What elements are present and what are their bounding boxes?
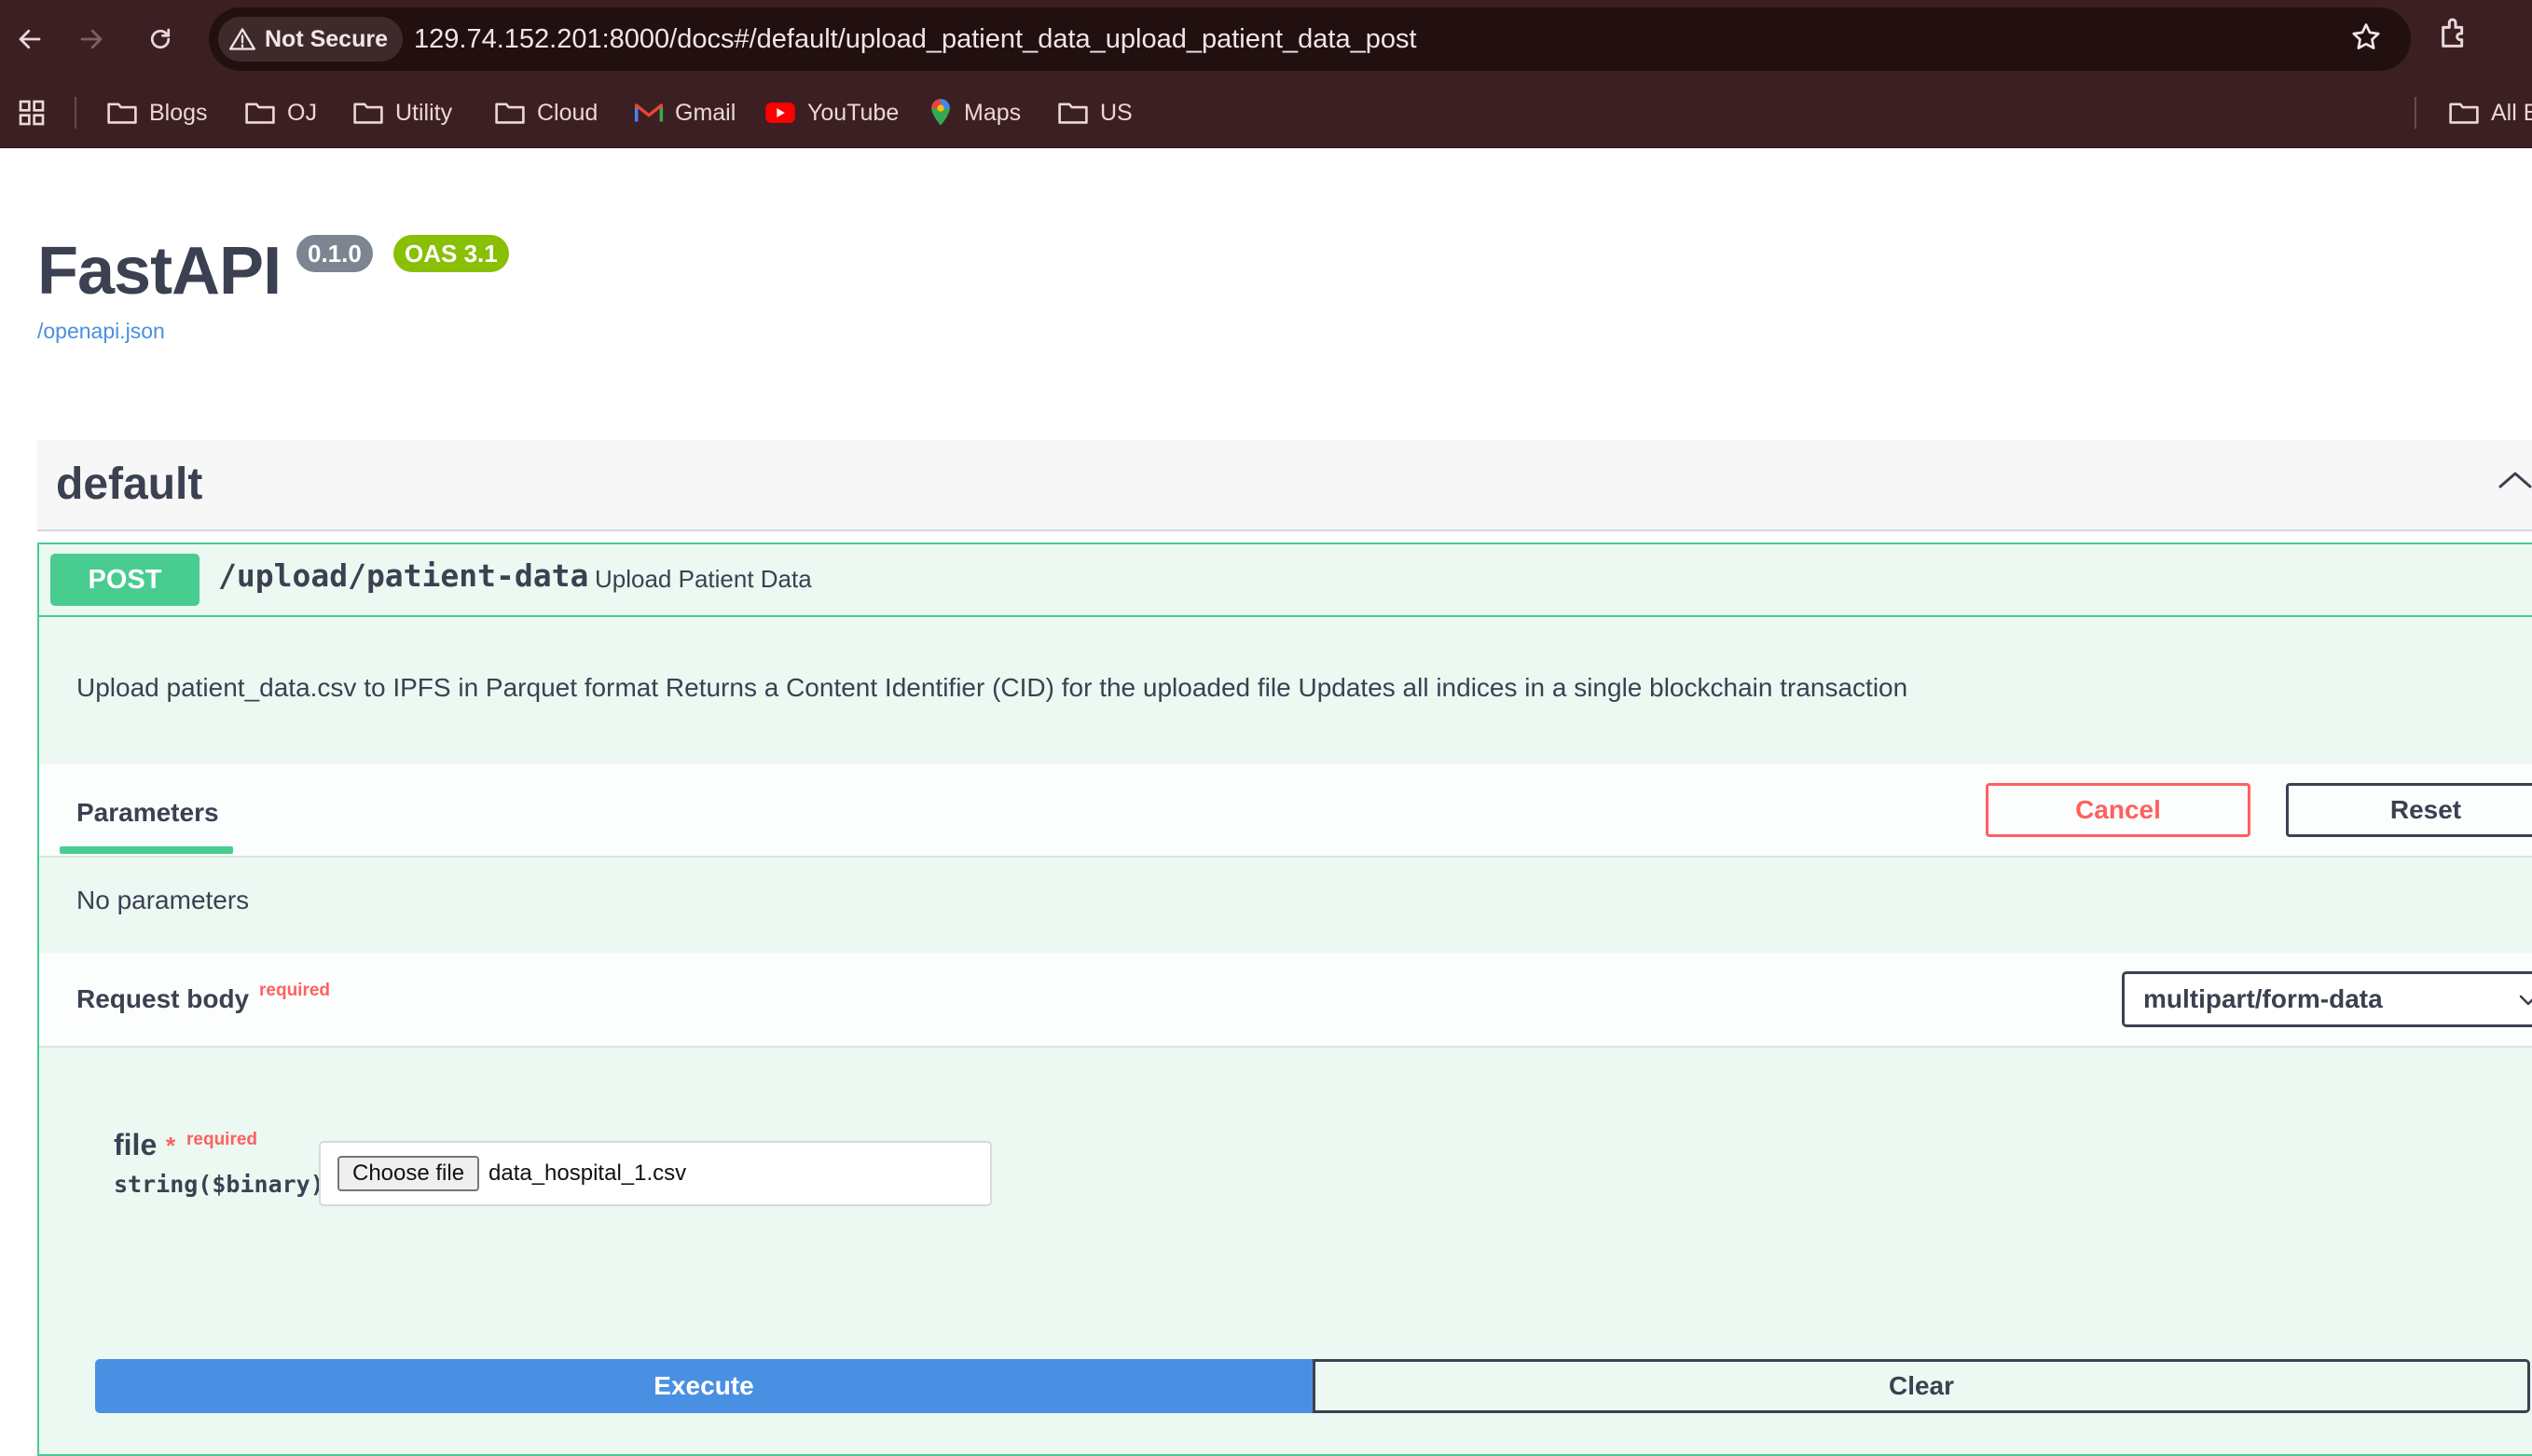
file-field-type: string($binary) — [114, 1171, 324, 1198]
bookmark-label: OJ — [287, 99, 317, 126]
youtube-icon — [765, 103, 795, 123]
bookmark-label: Gmail — [675, 99, 736, 126]
request-body-header: Request body required multipart/form-dat… — [39, 953, 2532, 1048]
choose-file-button[interactable]: Choose file — [337, 1156, 480, 1191]
clear-button[interactable]: Clear — [1313, 1359, 2530, 1413]
parameters-header: Parameters Cancel Reset — [39, 764, 2532, 858]
warning-icon — [229, 28, 255, 50]
apps-icon[interactable] — [17, 78, 47, 147]
bookmark-label: Utility — [395, 99, 453, 126]
reset-button[interactable]: Reset — [2286, 783, 2532, 837]
execute-button[interactable]: Execute — [95, 1359, 1313, 1413]
tag-title: default — [56, 460, 203, 509]
folder-icon — [2449, 103, 2479, 124]
extensions-icon[interactable] — [2437, 15, 2474, 57]
bookmark-oj[interactable]: OJ — [244, 78, 317, 147]
operation-summary[interactable]: POST /upload/patient-data Upload Patient… — [39, 544, 2532, 617]
bookmark-label: Cloud — [537, 99, 599, 126]
folder-icon — [107, 103, 137, 124]
reload-icon — [150, 28, 171, 49]
bookmark-gmail[interactable]: Gmail — [634, 78, 736, 147]
reload-button[interactable] — [136, 15, 185, 63]
bookmark-blogs[interactable]: Blogs — [106, 78, 208, 147]
file-required-label: required — [186, 1130, 258, 1149]
request-body-title: Request body — [76, 984, 250, 1013]
tab-parameters[interactable]: Parameters — [76, 798, 219, 828]
back-arrow-icon — [19, 29, 41, 49]
version-badge: 0.1.0 — [296, 235, 373, 272]
required-marker: required — [259, 981, 331, 1000]
all-bookmarks[interactable]: All B — [2448, 78, 2532, 147]
address-bar[interactable]: Not Secure 129.74.152.201:8000/docs#/def… — [209, 7, 2411, 71]
method-badge: POST — [50, 554, 200, 606]
cancel-button[interactable]: Cancel — [1986, 783, 2250, 837]
bookmarks-bar: Blogs OJ Utility Cloud Gmail YouTube Map… — [0, 78, 2532, 148]
operation-path: /upload/patient-data — [218, 557, 589, 594]
security-chip[interactable]: Not Secure — [218, 17, 403, 62]
maps-pin-icon — [931, 99, 950, 126]
bookmark-label: YouTube — [807, 99, 900, 126]
file-field-name: file — [114, 1128, 158, 1161]
operation-description: Upload patient_data.csv to IPFS in Parqu… — [76, 673, 1908, 702]
forward-button[interactable] — [67, 15, 116, 63]
selected-file-name: data_hospital_1.csv — [489, 1161, 687, 1186]
bookmark-utility[interactable]: Utility — [352, 78, 452, 147]
back-button[interactable] — [6, 15, 54, 63]
operation-summary-text: Upload Patient Data — [595, 565, 812, 593]
security-label: Not Secure — [265, 25, 388, 52]
forward-arrow-icon — [80, 29, 103, 49]
bookmark-label: US — [1100, 99, 1133, 126]
content-type-select[interactable]: multipart/form-data — [2122, 971, 2532, 1027]
bookmark-label: All B — [2491, 99, 2532, 126]
bookmark-cloud[interactable]: Cloud — [494, 78, 598, 147]
browser-toolbar: Not Secure 129.74.152.201:8000/docs#/def… — [0, 0, 2532, 78]
operation-block: POST /upload/patient-data Upload Patient… — [37, 543, 2532, 1456]
url-text[interactable]: 129.74.152.201:8000/docs#/default/upload… — [414, 7, 1417, 71]
gmail-icon — [634, 103, 664, 122]
content-type-value: multipart/form-data — [2143, 984, 2383, 1013]
bookmark-label: Blogs — [149, 99, 208, 126]
chevron-up-icon[interactable] — [2495, 466, 2532, 494]
required-star: * — [166, 1132, 176, 1160]
folder-icon — [245, 103, 275, 124]
folder-icon — [495, 103, 525, 124]
tab-underline — [60, 846, 233, 854]
no-parameters-text: No parameters — [76, 886, 250, 914]
bookmark-label: Maps — [964, 99, 1022, 126]
bookmarks-separator — [75, 97, 76, 129]
file-input[interactable]: Choose file data_hospital_1.csv — [319, 1141, 992, 1206]
oas-badge: OAS 3.1 — [393, 235, 509, 272]
bookmark-maps[interactable]: Maps — [929, 78, 1021, 147]
folder-icon — [1058, 103, 1088, 124]
tag-section-header[interactable]: default — [37, 440, 2532, 531]
api-title: FastAPI — [37, 234, 282, 309]
bookmark-youtube[interactable]: YouTube — [764, 78, 899, 147]
bookmark-star-icon[interactable] — [2349, 21, 2383, 59]
bookmark-us[interactable]: US — [1057, 78, 1133, 147]
chevron-down-icon — [2519, 995, 2532, 1006]
openapi-json-link[interactable]: /openapi.json — [37, 319, 165, 344]
folder-icon — [353, 103, 383, 124]
bookmarks-separator — [2415, 97, 2416, 129]
